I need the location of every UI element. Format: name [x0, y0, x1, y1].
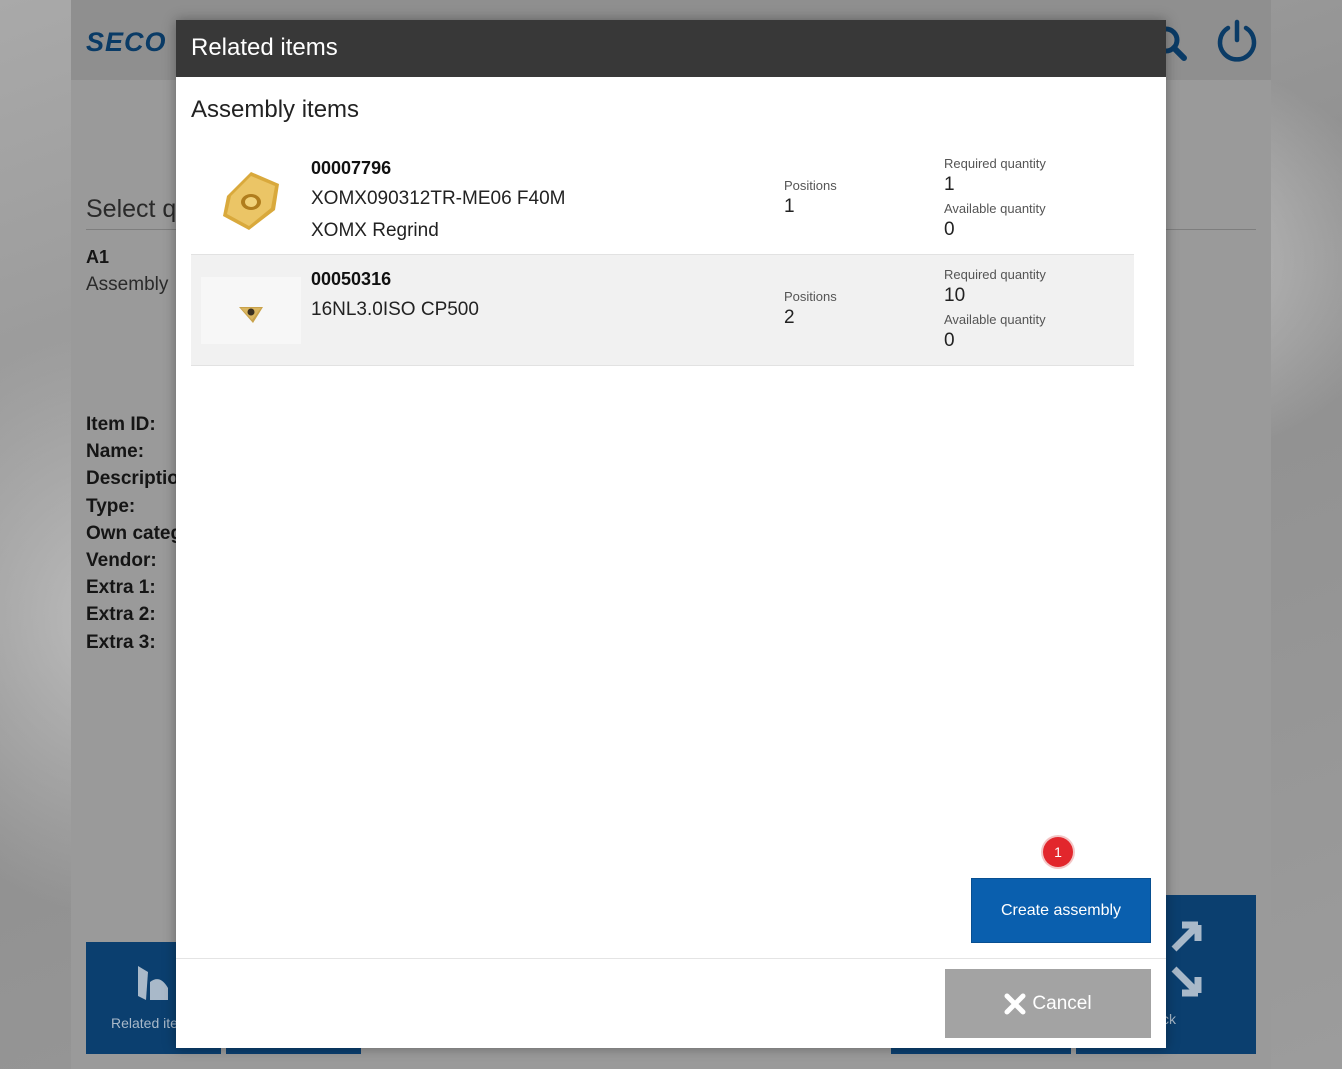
- available-quantity-value: 0: [944, 219, 955, 240]
- item-code: A1: [86, 247, 110, 267]
- field-label-name: Name:: [86, 441, 145, 463]
- dialog-header: Related items: [176, 20, 1166, 77]
- close-icon: [1004, 993, 1026, 1014]
- available-quantity-value: 0: [944, 330, 955, 351]
- power-icon[interactable]: [1214, 18, 1260, 64]
- field-label-extra-3: Extra 3:: [86, 631, 156, 653]
- item-thumbnail: [201, 166, 301, 233]
- field-label-item-id: Item ID:: [86, 414, 156, 435]
- required-quantity-value: 10: [944, 285, 966, 306]
- arrows-icon: [1171, 921, 1202, 997]
- item-id: 00007796: [311, 158, 392, 178]
- positions-value: 2: [784, 307, 795, 328]
- item-description: XOMX Regrind: [311, 220, 439, 241]
- available-quantity-label: Available quantity: [944, 312, 1046, 327]
- positions-label: Positions: [784, 178, 837, 193]
- footer-divider: [176, 958, 1166, 959]
- cancel-label: Cancel: [1032, 992, 1092, 1014]
- required-quantity-value: 1: [944, 174, 955, 195]
- field-label-extra-1: Extra 1:: [86, 577, 156, 599]
- related-items-dialog: Related items Assembly items 00007796 XO…: [176, 20, 1166, 1048]
- field-label-description: Descriptio: [86, 468, 179, 490]
- available-quantity-label: Available quantity: [944, 201, 1046, 216]
- item-thumbnail: [201, 277, 301, 344]
- positions-label: Positions: [784, 289, 837, 304]
- seco-logo: SECO: [86, 27, 167, 57]
- positions-value: 1: [784, 196, 795, 217]
- detail-field-labels: Item ID: Name: Descriptio Type: Own cate…: [86, 414, 182, 659]
- field-label-extra-2: Extra 2:: [86, 604, 156, 626]
- triangular-insert-icon: [239, 307, 263, 323]
- item-id: 00050316: [311, 269, 392, 289]
- dialog-title: Related items: [191, 34, 338, 61]
- required-quantity-label: Required quantity: [944, 156, 1046, 171]
- page-title: Select q: [86, 195, 177, 223]
- field-label-type: Type:: [86, 495, 136, 517]
- related-items-label: Related ite: [111, 1015, 178, 1031]
- assembly-item-row[interactable]: 00007796 XOMX090312TR-ME06 F40M XOMX Reg…: [191, 144, 1134, 255]
- cancel-button[interactable]: Cancel: [945, 969, 1151, 1038]
- gold-square-insert-icon: [223, 172, 279, 230]
- notification-badge: 1: [1043, 837, 1073, 867]
- item-name: XOMX090312TR-ME06 F40M: [311, 188, 566, 209]
- assembly-item-row[interactable]: 00050316 16NL3.0ISO CP500 Positions 2 Re…: [191, 255, 1134, 366]
- section-title: Assembly items: [191, 96, 360, 123]
- item-name: 16NL3.0ISO CP500: [311, 299, 479, 320]
- field-label-own-category: Own categ: [86, 522, 183, 544]
- item-type: Assembly: [86, 274, 169, 295]
- field-label-vendor: Vendor:: [86, 549, 157, 571]
- tools-icon: [138, 966, 168, 1000]
- create-assembly-button[interactable]: Create assembly: [971, 878, 1151, 943]
- required-quantity-label: Required quantity: [944, 267, 1046, 282]
